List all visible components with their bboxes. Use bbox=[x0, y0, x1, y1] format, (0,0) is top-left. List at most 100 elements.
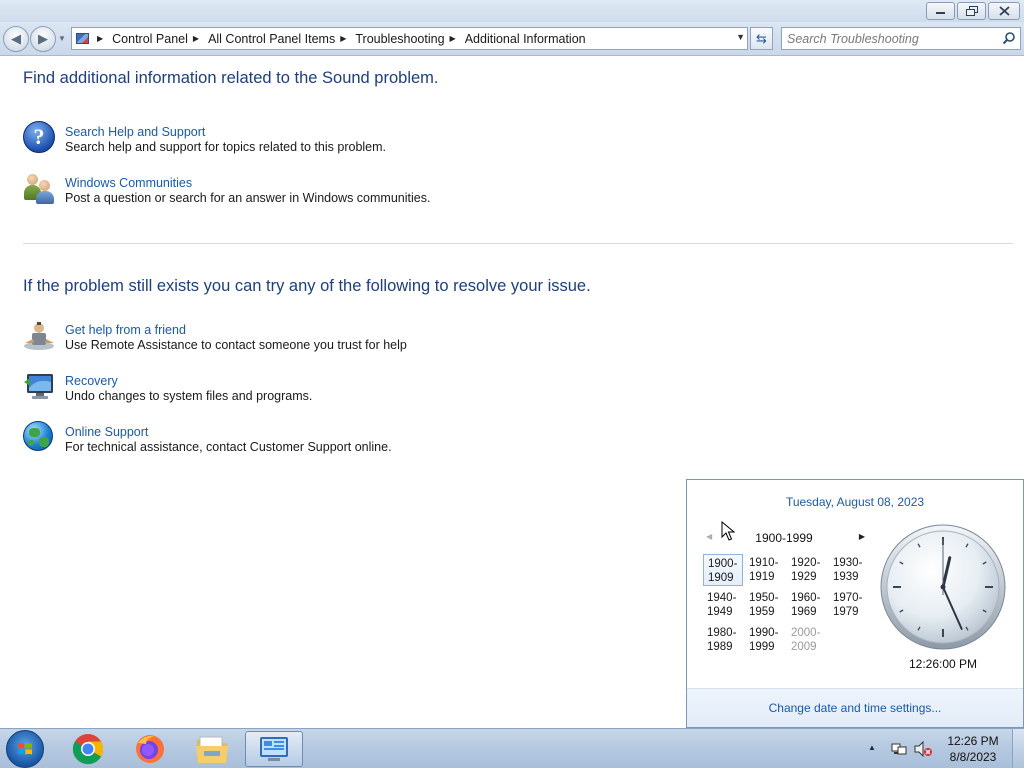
change-date-time-link[interactable]: Change date and time settings... bbox=[687, 701, 1023, 715]
globe-icon bbox=[23, 421, 56, 454]
breadcrumb-separator-icon[interactable]: ▶ bbox=[450, 34, 456, 43]
get-help-friend-item[interactable]: Get help from a friend Use Remote Assist… bbox=[23, 319, 407, 353]
search-icon[interactable] bbox=[1002, 31, 1016, 45]
search-box[interactable] bbox=[781, 27, 1021, 50]
windows-logo-icon bbox=[18, 743, 32, 755]
title-bar bbox=[0, 0, 1024, 22]
decade-end: 1939 bbox=[833, 571, 859, 583]
mouse-cursor-icon bbox=[721, 521, 735, 541]
decade-start: 1940- bbox=[707, 592, 737, 604]
decade-grid: 1900- 1909 1910- 1919 1920- 1929 1930- 1939 1940… bbox=[703, 554, 873, 659]
decade-start: 1950- bbox=[749, 592, 779, 604]
get-help-friend-description: Use Remote Assistance to contact someone… bbox=[65, 338, 407, 352]
search-help-link[interactable]: Search Help and Support bbox=[65, 125, 386, 140]
network-icon[interactable] bbox=[891, 742, 907, 756]
search-help-description: Search help and support for topics relat… bbox=[65, 140, 387, 154]
decade-end: 1999 bbox=[749, 641, 775, 653]
analog-clock bbox=[880, 524, 1006, 650]
search-input[interactable] bbox=[787, 31, 997, 46]
recovery-link[interactable]: Recovery bbox=[65, 374, 312, 389]
windows-communities-item[interactable]: Windows Communities Post a question or s… bbox=[23, 172, 430, 206]
breadcrumb-additional-information[interactable]: Additional Information bbox=[465, 28, 586, 49]
decade-end: 1979 bbox=[833, 606, 859, 618]
people-icon bbox=[23, 172, 56, 205]
windows-communities-description: Post a question or search for an answer … bbox=[65, 191, 431, 205]
navigation-bar: ◀ ▶ ▼ ▶ Control Panel ▶ All Control Pane… bbox=[0, 22, 1024, 56]
help-icon: ? bbox=[23, 121, 56, 154]
forward-button[interactable]: ▶ bbox=[30, 26, 56, 52]
decade-start: 1920- bbox=[791, 557, 821, 569]
control-panel-icon bbox=[72, 28, 92, 49]
online-support-link[interactable]: Online Support bbox=[65, 425, 392, 440]
address-dropdown-icon[interactable]: ▼ bbox=[736, 32, 745, 42]
decade-end: 1969 bbox=[791, 606, 817, 618]
taskbar-control-panel[interactable] bbox=[245, 731, 303, 767]
remote-assistance-icon bbox=[23, 319, 56, 352]
decade-start: 1930- bbox=[833, 557, 863, 569]
show-hidden-icons-button[interactable]: ▲ bbox=[868, 743, 876, 752]
decade-end: 1919 bbox=[749, 571, 775, 583]
tray-clock[interactable]: 12:26 PM 8/8/2023 bbox=[942, 733, 1004, 765]
address-bar[interactable]: ▶ Control Panel ▶ All Control Panel Item… bbox=[71, 27, 748, 50]
search-help-item[interactable]: ? Search Help and Support Search help an… bbox=[23, 121, 386, 155]
restore-button[interactable] bbox=[957, 2, 986, 20]
breadcrumb-separator-icon[interactable]: ▶ bbox=[340, 34, 346, 43]
next-century-icon[interactable]: ▶ bbox=[859, 532, 865, 541]
clock-center bbox=[940, 584, 946, 590]
online-support-item[interactable]: Online Support For technical assistance,… bbox=[23, 421, 392, 455]
close-button[interactable] bbox=[988, 2, 1020, 20]
decade-cell[interactable]: 1990- 1999 bbox=[745, 624, 787, 659]
calendar-footer: Change date and time settings... bbox=[687, 688, 1023, 727]
taskbar-firefox[interactable] bbox=[121, 731, 179, 767]
decade-cell[interactable]: 1920- 1929 bbox=[787, 554, 829, 589]
recent-pages-dropdown[interactable]: ▼ bbox=[58, 34, 66, 43]
decade-cell[interactable]: 1900- 1909 bbox=[703, 554, 743, 586]
clock-time-text: 12:26:00 PM bbox=[908, 657, 978, 671]
resolve-heading: If the problem still exists you can try … bbox=[23, 277, 591, 295]
decade-end: 2009 bbox=[791, 641, 817, 653]
start-button[interactable] bbox=[6, 730, 44, 768]
chrome-icon bbox=[72, 734, 104, 765]
show-desktop-button[interactable] bbox=[1012, 729, 1024, 768]
control-panel-icon bbox=[260, 737, 288, 761]
window-controls bbox=[926, 2, 1020, 20]
decade-cell[interactable]: 1910- 1919 bbox=[745, 554, 787, 589]
decade-cell[interactable]: 1980- 1989 bbox=[703, 624, 745, 659]
online-support-description: For technical assistance, contact Custom… bbox=[65, 440, 392, 454]
forward-arrow-icon: ▶ bbox=[38, 31, 48, 46]
tray-time: 12:26 PM bbox=[947, 734, 999, 748]
decade-end: 1989 bbox=[707, 641, 733, 653]
decade-start: 1970- bbox=[833, 592, 863, 604]
decade-start: 1990- bbox=[749, 627, 779, 639]
windows-communities-link[interactable]: Windows Communities bbox=[65, 176, 430, 191]
decade-cell[interactable]: 2000- 2009 bbox=[787, 624, 829, 659]
volume-muted-icon[interactable] bbox=[914, 741, 932, 757]
breadcrumb-control-panel[interactable]: Control Panel bbox=[112, 28, 188, 49]
breadcrumb-separator-icon[interactable]: ▶ bbox=[97, 34, 103, 43]
breadcrumb-all-items[interactable]: All Control Panel Items bbox=[208, 28, 335, 49]
taskbar-chrome[interactable] bbox=[59, 731, 117, 767]
firefox-icon bbox=[136, 735, 164, 763]
decade-start: 1900- bbox=[708, 558, 738, 570]
breadcrumb-separator-icon[interactable]: ▶ bbox=[193, 34, 199, 43]
back-button[interactable]: ◀ bbox=[3, 26, 29, 52]
decade-cell[interactable]: 1930- 1939 bbox=[829, 554, 871, 589]
calendar-flyout: Tuesday, August 08, 2023 ◀ 1900-1999 ▶ 1… bbox=[686, 479, 1024, 728]
minimize-icon bbox=[936, 12, 945, 14]
breadcrumb-troubleshooting[interactable]: Troubleshooting bbox=[355, 28, 444, 49]
decade-start: 1910- bbox=[749, 557, 779, 569]
recovery-item[interactable]: Recovery Undo changes to system files an… bbox=[23, 370, 312, 404]
decade-end: 1959 bbox=[749, 606, 775, 618]
decade-start: 1960- bbox=[791, 592, 821, 604]
decade-cell[interactable]: 1950- 1959 bbox=[745, 589, 787, 624]
refresh-button[interactable]: ⇆ bbox=[750, 27, 773, 50]
minimize-button[interactable] bbox=[926, 2, 955, 20]
decade-cell[interactable]: 1960- 1969 bbox=[787, 589, 829, 624]
section-divider bbox=[23, 243, 1013, 244]
decade-cell[interactable]: 1940- 1949 bbox=[703, 589, 745, 624]
calendar-date-header[interactable]: Tuesday, August 08, 2023 bbox=[687, 495, 1023, 509]
decade-cell[interactable]: 1970- 1979 bbox=[829, 589, 871, 624]
close-icon bbox=[998, 6, 1010, 16]
get-help-friend-link[interactable]: Get help from a friend bbox=[65, 323, 407, 338]
taskbar-file-explorer[interactable] bbox=[183, 731, 241, 767]
